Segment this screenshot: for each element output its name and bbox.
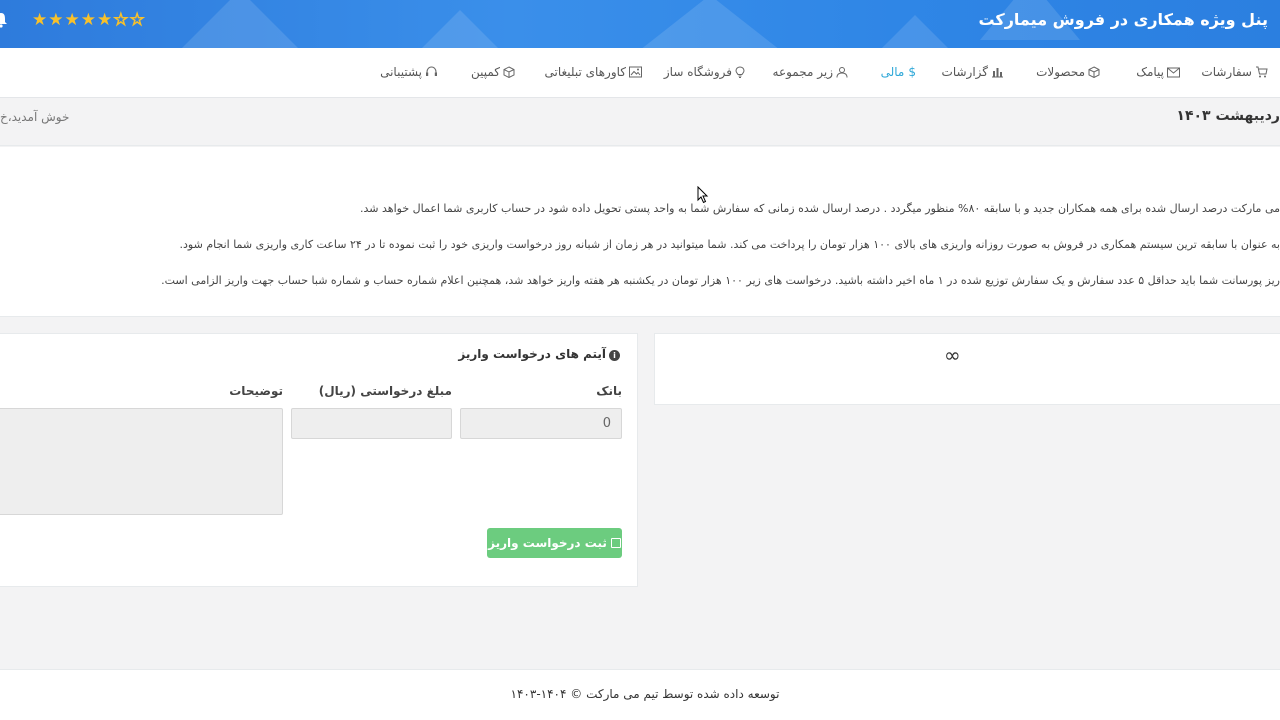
bell-icon[interactable] (0, 12, 8, 28)
nav-label: پشتیبانی (380, 65, 422, 79)
form-title-text: آیتم های درخواست واریز (458, 347, 606, 361)
nav-item-ad-covers[interactable]: کاورهای تبلیغاتی (544, 48, 642, 98)
nav-label: مالی (880, 65, 905, 79)
nav-item-sms[interactable]: پیامک (1136, 48, 1180, 98)
description-label: توضیحات (229, 384, 283, 398)
nav-label: گزارشات (941, 65, 988, 79)
amount-input[interactable] (291, 408, 452, 439)
rating-stars: ★★★★★☆☆ (32, 10, 146, 31)
bank-input[interactable] (460, 408, 622, 439)
box-icon (1088, 66, 1100, 79)
header-strip (0, 98, 1280, 146)
dollar-icon: $ (908, 65, 916, 79)
bank-label: بانک (596, 384, 622, 398)
info-icon: i (609, 350, 620, 361)
submit-label: ثبت درخواست واریز (488, 536, 607, 550)
amount-label: مبلغ درخواستی (ریال) (318, 384, 452, 398)
image-icon (629, 66, 642, 78)
lightbulb-icon (735, 66, 745, 78)
nav-label: کمپین (470, 65, 500, 79)
form-title: iآیتم های درخواست واریز (458, 347, 620, 361)
nav-item-products[interactable]: محصولات (1036, 48, 1100, 98)
cart-icon (1256, 66, 1268, 78)
nav-label: محصولات (1036, 65, 1085, 79)
page-date: ردیبهشت ۱۴۰۳ (1176, 108, 1280, 124)
description-textarea[interactable] (0, 408, 283, 515)
nav-item-finance[interactable]: $مالی (881, 48, 916, 98)
mouse-cursor-icon (697, 186, 709, 204)
nav-item-reports[interactable]: گزارشات (942, 48, 1004, 98)
nav-item-orders[interactable]: سفارشات (1201, 48, 1268, 98)
nav-item-campaign[interactable]: کمپین (471, 48, 515, 98)
nav-label: کاورهای تبلیغاتی (544, 65, 627, 79)
nav-label: زیر مجموعه (772, 65, 833, 79)
nav-label: سفارشات (1201, 65, 1252, 79)
submit-withdraw-button[interactable]: ثبت درخواست واریز (487, 528, 622, 558)
rating-filled: ★★★★★ (32, 10, 114, 30)
rating-empty: ☆☆ (113, 10, 146, 31)
envelope-icon (1167, 67, 1180, 78)
box-icon (503, 66, 515, 79)
nav-item-subset[interactable]: زیر مجموعه (773, 48, 848, 98)
user-icon (836, 67, 848, 78)
bar-chart-icon (992, 68, 1003, 78)
balance-value: ∞ (944, 343, 961, 367)
notice-box: می مارکت درصد ارسال شده برای همه همکاران… (0, 147, 1280, 317)
footer-text: توسعه داده شده توسط تیم می مارکت © ۱۴۰۴-… (510, 687, 780, 701)
notice-line-1: می مارکت درصد ارسال شده برای همه همکاران… (360, 202, 1280, 215)
balance-panel (654, 333, 1280, 405)
banner-title: پنل ویژه همکاری در فروش میمارکت (978, 10, 1268, 29)
save-icon (610, 538, 621, 548)
nav-label: پیامک (1136, 65, 1164, 79)
welcome-text: خوش آمدید،خ (0, 110, 70, 124)
nav-label: فروشگاه ساز (663, 65, 732, 79)
nav-item-store-builder[interactable]: فروشگاه ساز (664, 48, 745, 98)
notice-line-3: ریز پورسانت شما باید حداقل ۵ عدد سفارش و… (161, 274, 1280, 287)
nav-item-support[interactable]: پشتیبانی (380, 48, 438, 98)
headset-icon (426, 66, 437, 76)
notice-line-2: به عنوان با سابقه ترین سیستم همکاری در ف… (179, 238, 1280, 251)
